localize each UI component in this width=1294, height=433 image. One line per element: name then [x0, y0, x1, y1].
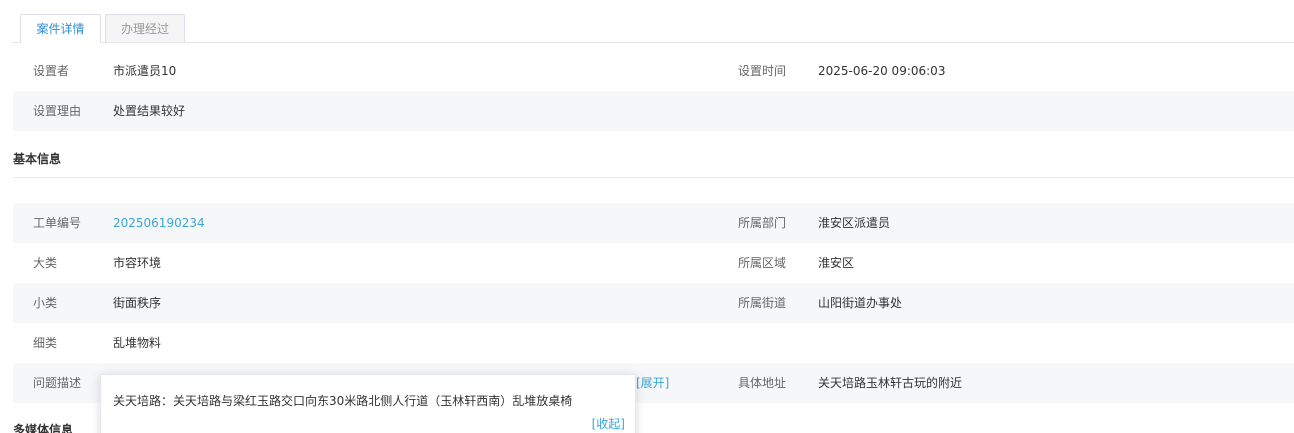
- region-value: 淮安区: [818, 256, 855, 270]
- expand-link[interactable]: [展开]: [636, 363, 669, 403]
- tab-handling-process[interactable]: 办理经过: [105, 14, 185, 43]
- category-label: 大类: [33, 256, 58, 270]
- detail-category-value: 乱堆物料: [113, 336, 162, 350]
- department-value: 淮安区派遣员: [818, 216, 891, 230]
- address-label: 具体地址: [738, 376, 787, 390]
- detail-category-row: 细类 乱堆物料: [13, 323, 1294, 363]
- set-time-value: 2025-06-20 09:06:03: [818, 64, 946, 78]
- reason-value: 处置结果较好: [113, 104, 186, 118]
- media-info-title: 多媒体信息: [13, 423, 74, 433]
- set-time-label: 设置时间: [738, 64, 787, 78]
- basic-info-divider: [13, 177, 1294, 178]
- setter-value: 市派遣员10: [113, 64, 177, 78]
- basic-info-title: 基本信息: [13, 152, 62, 166]
- problem-description-text: 关天培路：关天培路与梁红玉路交口向东30米路北侧人行道（玉林轩西南）乱堆放桌椅: [113, 394, 573, 408]
- problem-description-popover: 关天培路：关天培路与梁红玉路交口向东30米路北侧人行道（玉林轩西南）乱堆放桌椅 …: [100, 374, 636, 433]
- order-row: 工单编号 202506190234 所属部门 淮安区派遣员: [13, 203, 1294, 243]
- order-number-link[interactable]: 202506190234: [113, 203, 205, 243]
- tab-baseline: [12, 42, 1294, 43]
- subcategory-label: 小类: [33, 296, 58, 310]
- setter-label: 设置者: [33, 64, 70, 78]
- department-label: 所属部门: [738, 216, 787, 230]
- reason-label: 设置理由: [33, 104, 82, 118]
- category-value: 市容环境: [113, 256, 162, 270]
- collapse-link[interactable]: [收起]: [592, 415, 625, 432]
- detail-category-label: 细类: [33, 336, 58, 350]
- tab-case-details[interactable]: 案件详情: [20, 14, 101, 43]
- region-label: 所属区域: [738, 256, 787, 270]
- problem-description-label: 问题描述: [33, 376, 82, 390]
- street-value: 山阳街道办事处: [818, 296, 903, 310]
- subcategory-value: 街面秩序: [113, 296, 162, 310]
- address-value: 关天培路玉林轩古玩的附近: [818, 376, 963, 390]
- category-row: 大类 市容环境 所属区域 淮安区: [13, 243, 1294, 283]
- subcategory-row: 小类 街面秩序 所属街道 山阳街道办事处: [13, 283, 1294, 323]
- setter-row: 设置者 市派遣员10 设置时间 2025-06-20 09:06:03: [13, 51, 1294, 91]
- order-number-label: 工单编号: [33, 216, 82, 230]
- tab-bar: 案件详情 办理经过: [0, 0, 1294, 43]
- reason-row: 设置理由 处置结果较好: [13, 91, 1294, 131]
- street-label: 所属街道: [738, 296, 787, 310]
